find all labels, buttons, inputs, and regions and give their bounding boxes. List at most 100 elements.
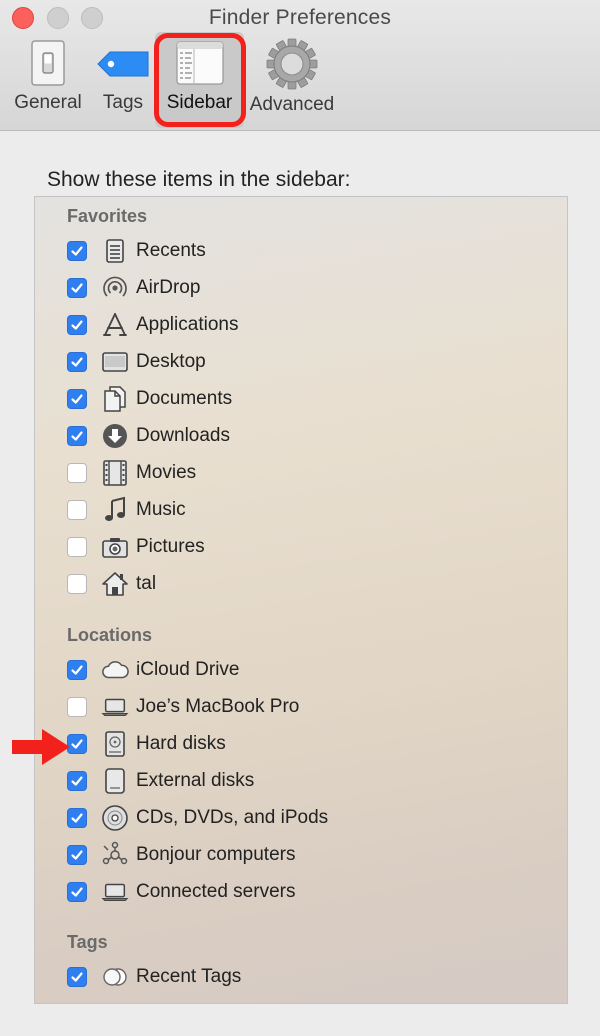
macbook-pro-label: Joe’s MacBook Pro [136,696,300,717]
home-label: tal [136,573,157,594]
checkmark-icon [71,813,83,823]
music-icon [105,496,125,521]
recent-tags-icon [103,968,127,986]
favorites-item-movies[interactable]: Movies [67,458,547,488]
external-disks-label: External disks [136,770,255,791]
checkmark-icon [71,394,83,404]
external-disk-icon [105,768,125,794]
toolbar-general-tab[interactable]: General [8,38,88,114]
checkmark-icon [71,246,83,256]
connected-servers-label: Connected servers [136,881,296,902]
favorites-item-music[interactable]: Music [67,495,547,525]
pictures-checkbox[interactable] [67,537,87,557]
toolbar-tags-label: Tags [102,92,144,113]
downloads-checkbox[interactable] [67,426,87,446]
favorites-item-pictures[interactable]: Pictures [67,532,547,562]
sidebar-items-panel: Favorites Recents AirDrop Applications D… [34,196,568,1004]
favorites-section-title: Favorites [67,206,148,226]
movies-label: Movies [136,462,197,483]
locations-item-bonjour-computers[interactable]: Bonjour computers [67,840,547,870]
music-label: Music [136,499,186,520]
sidebar-icon [175,41,224,85]
checkmark-icon [71,739,83,749]
checkmark-icon [71,850,83,860]
airdrop-label: AirDrop [136,277,201,298]
window-bottom-edge [0,1004,600,1036]
locations-item-icloud-drive[interactable]: iCloud Drive [67,655,547,685]
tags-item-recent-tags[interactable]: Recent Tags [67,962,547,992]
cd-icon [102,805,128,831]
toolbar-tags-tab[interactable]: Tags [92,38,154,114]
connected-servers-checkbox[interactable] [67,882,87,902]
cds-dvds-ipods-checkbox[interactable] [67,808,87,828]
checkmark-icon [71,972,83,982]
locations-section-title: Locations [67,625,153,645]
toolbar-general-label: General [14,92,82,113]
macbook-pro-checkbox[interactable] [67,697,87,717]
checkmark-icon [71,431,83,441]
airdrop-icon [103,276,127,297]
movies-icon [103,460,127,486]
laptop-icon [101,698,129,716]
home-checkbox[interactable] [67,574,87,594]
annotation-arrow-icon [12,729,70,765]
checkmark-icon [71,320,83,330]
checkmark-icon [71,887,83,897]
toolbar-advanced-tab[interactable]: Advanced [243,38,341,116]
music-checkbox[interactable] [67,500,87,520]
downloads-label: Downloads [136,425,230,446]
favorites-item-home[interactable]: tal [67,569,547,599]
documents-checkbox[interactable] [67,389,87,409]
title-bar: Finder Preferences General Tags Sidebar … [0,0,600,131]
favorites-item-recents[interactable]: Recents [67,236,547,266]
recents-label: Recents [136,240,206,261]
applications-label: Applications [136,314,239,335]
external-disks-checkbox[interactable] [67,771,87,791]
locations-item-macbook-pro[interactable]: Joe’s MacBook Pro [67,692,547,722]
icloud-drive-checkbox[interactable] [67,660,87,680]
documents-label: Documents [136,388,233,409]
bonjour-computers-label: Bonjour computers [136,844,296,865]
movies-checkbox[interactable] [67,463,87,483]
bonjour-icon [102,841,128,865]
bonjour-computers-checkbox[interactable] [67,845,87,865]
tag-icon [97,51,149,77]
favorites-item-downloads[interactable]: Downloads [67,421,547,451]
checkmark-icon [71,665,83,675]
gear-icon [266,38,318,90]
pictures-label: Pictures [136,536,205,557]
desktop-checkbox[interactable] [67,352,87,372]
hard-disk-icon [105,731,125,757]
documents-icon [104,386,126,412]
checkmark-icon [71,283,83,293]
server-icon [101,883,129,901]
hard-disks-label: Hard disks [136,733,226,754]
toolbar-sidebar-tab[interactable]: Sidebar [155,32,244,128]
recent-tags-label: Recent Tags [136,966,242,987]
desktop-label: Desktop [136,351,206,372]
applications-icon [103,313,127,336]
locations-item-external-disks[interactable]: External disks [67,766,547,796]
icloud-drive-label: iCloud Drive [136,659,240,680]
desktop-icon [102,352,128,372]
recents-checkbox[interactable] [67,241,87,261]
locations-item-hard-disks[interactable]: Hard disks [67,729,547,759]
applications-checkbox[interactable] [67,315,87,335]
recents-icon [106,239,124,263]
recent-tags-checkbox[interactable] [67,967,87,987]
sidebar-items-heading: Show these items in the sidebar: [47,168,351,191]
favorites-item-airdrop[interactable]: AirDrop [67,273,547,303]
toolbar-sidebar-label: Sidebar [166,92,233,113]
favorites-item-desktop[interactable]: Desktop [67,347,547,377]
cloud-icon [102,661,129,679]
checkmark-icon [71,357,83,367]
favorites-item-applications[interactable]: Applications [67,310,547,340]
toolbar-advanced-label: Advanced [249,94,335,115]
switch-icon [31,40,65,86]
locations-item-connected-servers[interactable]: Connected servers [67,877,547,907]
airdrop-checkbox[interactable] [67,278,87,298]
downloads-icon [103,424,127,448]
locations-item-cds-dvds-ipods[interactable]: CDs, DVDs, and iPods [67,803,547,833]
window-title: Finder Preferences [208,6,392,29]
favorites-item-documents[interactable]: Documents [67,384,547,414]
